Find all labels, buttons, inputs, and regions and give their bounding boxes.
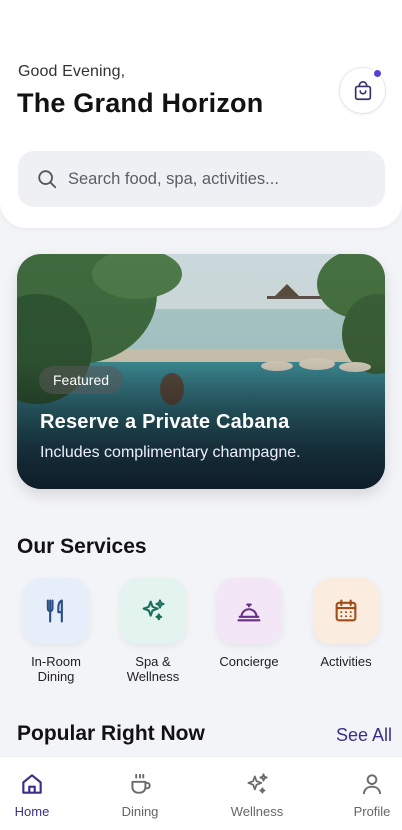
notification-dot <box>372 68 383 79</box>
service-tile[interactable] <box>120 578 186 644</box>
services-title: Our Services <box>17 535 147 558</box>
service-label: Spa & Wellness <box>126 654 180 684</box>
greeting: Good Evening, <box>18 63 126 80</box>
coffee-cup-icon <box>131 773 151 794</box>
tab-home[interactable]: Home <box>0 757 72 830</box>
tab-label: Home <box>14 804 50 819</box>
shopping-bag-icon <box>354 80 371 100</box>
featured-title: Reserve a Private Cabana <box>40 411 290 433</box>
user-icon <box>362 774 382 795</box>
service-concierge[interactable]: Concierge <box>210 578 288 669</box>
service-label: Activities <box>320 654 372 669</box>
service-spa-wellness[interactable]: Spa & Wellness <box>114 578 192 684</box>
featured-card[interactable]: Featured Reserve a Private Cabana Includ… <box>17 254 385 489</box>
service-tile[interactable] <box>23 578 89 644</box>
service-in-room-dining[interactable]: In-Room Dining <box>17 578 95 684</box>
search-bar[interactable] <box>18 151 385 207</box>
home-icon <box>22 774 42 794</box>
featured-subtitle: Includes complimentary champagne. <box>40 444 301 461</box>
search-input[interactable] <box>68 169 368 189</box>
featured-badge: Featured <box>39 366 124 394</box>
service-activities[interactable]: Activities <box>307 578 385 669</box>
see-all-link[interactable]: See All <box>336 725 392 746</box>
calendar-icon <box>335 599 357 622</box>
tab-wellness[interactable]: Wellness <box>217 757 297 830</box>
service-bell-icon <box>237 603 261 622</box>
tab-label: Profile <box>353 804 391 819</box>
service-label: In-Room Dining <box>31 654 81 684</box>
sparkle-icon <box>247 773 268 794</box>
tab-label: Wellness <box>230 804 284 819</box>
popular-title: Popular Right Now <box>17 722 205 745</box>
tab-bar: Home Dining Wellness Profile <box>0 756 402 830</box>
tab-profile[interactable]: Profile <box>332 757 402 830</box>
tab-label: Dining <box>121 804 159 819</box>
utensils-icon <box>46 599 63 623</box>
sparkle-icon <box>142 599 165 621</box>
hotel-name: The Grand Horizon <box>17 88 264 118</box>
search-icon <box>38 170 57 189</box>
tab-dining[interactable]: Dining <box>100 757 180 830</box>
service-tile[interactable] <box>216 578 282 644</box>
service-label: Concierge <box>219 654 279 669</box>
service-tile[interactable] <box>313 578 379 644</box>
